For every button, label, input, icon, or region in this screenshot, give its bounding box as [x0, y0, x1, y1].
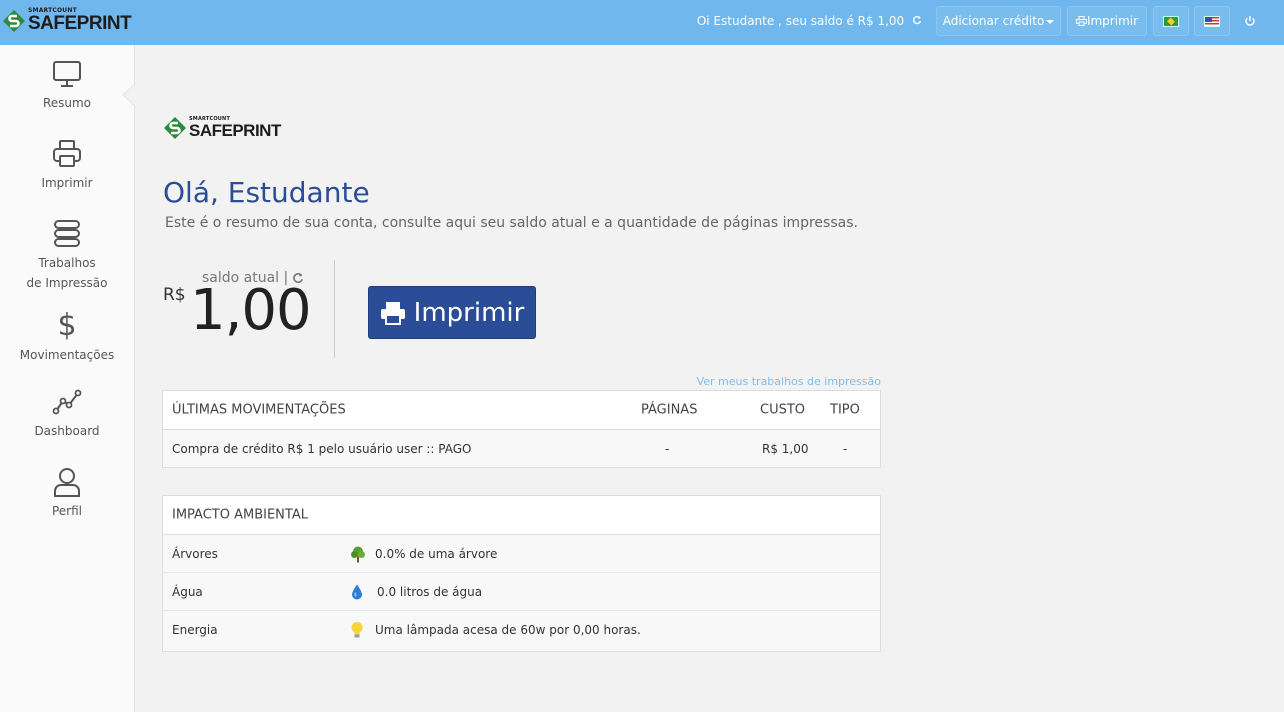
balance-greeting: Oi Estudante , seu saldo é R$ 1,00	[697, 14, 922, 28]
panel-header: IMPACTO AMBIENTAL	[163, 496, 880, 535]
brazil-flag-icon	[1163, 15, 1179, 27]
column-header-movements: ÚLTIMAS MOVIMENTAÇÕES	[172, 402, 346, 418]
impact-row-energy: Energia Uma lâmpada acesa de 60w por 0,0…	[163, 611, 880, 649]
impact-label: Árvores	[172, 546, 218, 561]
impact-label: Energia	[172, 623, 218, 637]
movement-cost: R$ 1,00	[762, 442, 809, 456]
chart-line-icon	[52, 389, 82, 415]
refresh-icon[interactable]	[912, 14, 922, 28]
monitor-icon	[53, 61, 81, 87]
safeprint-logo-icon	[164, 117, 186, 139]
sidebar-item-resumo[interactable]: Resumo	[0, 59, 134, 113]
brand-logo[interactable]: SMARTCOUNT SAFEPRINT	[2, 8, 132, 34]
divider	[334, 260, 335, 358]
sidebar-item-label: Imprimir	[41, 176, 93, 190]
view-print-jobs-link[interactable]: Ver meus trabalhos de impressão	[697, 375, 881, 388]
print-button[interactable]: Imprimir	[368, 286, 536, 339]
impact-value: 0.0% de uma árvore	[375, 546, 498, 561]
caret-down-icon	[1046, 20, 1055, 24]
water-drop-icon	[352, 584, 362, 599]
language-pt-br-button[interactable]	[1153, 6, 1189, 36]
impact-value: Uma lâmpada acesa de 60w por 0,00 horas.	[375, 623, 641, 637]
impact-label: Água	[172, 584, 203, 599]
sidebar-item-label: Resumo	[42, 96, 92, 110]
sidebar-item-label-line1: Trabalhos	[38, 256, 96, 270]
language-en-us-button[interactable]	[1194, 6, 1230, 36]
logo-big-text: SAFEPRINT	[28, 13, 132, 34]
add-credit-button[interactable]: Adicionar crédito	[936, 6, 1061, 36]
balance-currency: R$	[163, 285, 186, 305]
safeprint-logo-icon	[3, 9, 25, 32]
movement-type: -	[843, 442, 848, 456]
impact-row-trees: Árvores 0.0% de uma árvore	[163, 535, 880, 573]
column-header-type: TIPO	[830, 402, 860, 418]
greeting-text: Oi Estudante , seu saldo é R$ 1,00	[696, 14, 905, 28]
usa-flag-icon	[1204, 15, 1220, 27]
page-subtitle: Este é o resumo de sua conta, consulte a…	[165, 215, 858, 231]
sidebar-item-trabalhos[interactable]: Trabalhos de Impressão	[0, 219, 134, 293]
sidebar-item-label: Movimentações	[19, 348, 115, 362]
power-logout-icon[interactable]	[1243, 14, 1257, 28]
sidebar-item-dashboard[interactable]: Dashboard	[0, 387, 134, 441]
sidebar-item-movimentacoes[interactable]: $ Movimentações	[0, 307, 134, 365]
sidebar-item-imprimir[interactable]: Imprimir	[0, 139, 134, 193]
dollar-icon: $	[57, 308, 76, 341]
table-header: ÚLTIMAS MOVIMENTAÇÕES PÁGINAS CUSTO TIPO	[163, 391, 880, 430]
logo-big-text: SAFEPRINT	[189, 121, 281, 140]
table-row: Compra de crédito R$ 1 pelo usuário user…	[163, 430, 880, 468]
tree-icon	[351, 546, 365, 562]
impact-value: 0.0 litros de água	[377, 584, 483, 599]
svg-text:$: $	[57, 308, 76, 341]
sidebar: Resumo Imprimir Trabalhos de Impressão $…	[0, 45, 136, 712]
sidebar-item-perfil[interactable]: Perfil	[0, 467, 134, 521]
sidebar-item-label-line2: de Impressão	[26, 276, 108, 290]
printer-icon	[380, 301, 405, 325]
print-button-label: Imprimir	[413, 297, 525, 328]
movements-table: ÚLTIMAS MOVIMENTAÇÕES PÁGINAS CUSTO TIPO…	[162, 390, 881, 468]
active-indicator	[122, 83, 136, 107]
movement-pages: -	[665, 442, 670, 456]
panel-title: IMPACTO AMBIENTAL	[172, 507, 308, 523]
environmental-impact-panel: IMPACTO AMBIENTAL Árvores 0.0% de uma ár…	[162, 495, 881, 652]
impact-row-water: Água 0.0 litros de água	[163, 573, 880, 611]
top-navbar: SMARTCOUNT SAFEPRINT Oi Estudante , seu …	[0, 0, 1284, 45]
top-print-button[interactable]: Imprimir	[1067, 6, 1147, 36]
top-print-label: Imprimir	[1086, 14, 1139, 28]
user-icon	[54, 468, 80, 497]
page-title: Olá, Estudante	[163, 176, 370, 209]
add-credit-label: Adicionar crédito	[942, 14, 1045, 28]
main-brand-logo: SMARTCOUNT SAFEPRINT	[163, 116, 281, 140]
stack-icon	[54, 220, 80, 247]
balance-value: 1,00	[190, 278, 312, 343]
sidebar-item-label: Perfil	[51, 504, 83, 518]
movement-description: Compra de crédito R$ 1 pelo usuário user…	[172, 442, 472, 456]
sidebar-item-label: Dashboard	[34, 424, 100, 438]
column-header-pages: PÁGINAS	[641, 402, 698, 418]
printer-icon	[1075, 16, 1087, 26]
column-header-cost: CUSTO	[760, 402, 806, 418]
printer-icon	[53, 140, 81, 167]
lightbulb-icon	[351, 622, 363, 638]
